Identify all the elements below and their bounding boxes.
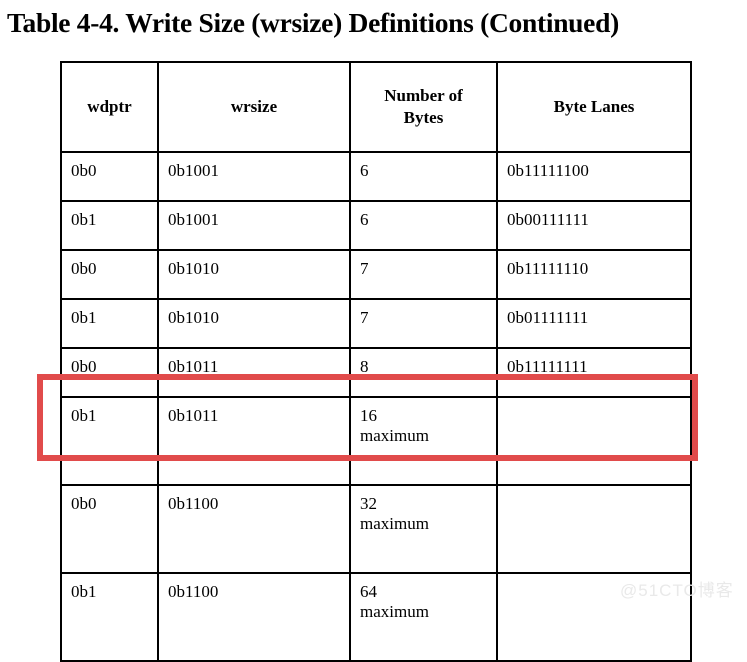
cell-number-of-bytes-line1: 32 — [360, 494, 377, 513]
column-header-number-of-bytes-line1: Number of — [384, 86, 463, 105]
cell-number-of-bytes: 6 — [349, 200, 498, 251]
table-row: 0b1 0b1100 64 maximum — [60, 572, 692, 662]
cell-wdptr: 0b0 — [60, 151, 159, 202]
cell-number-of-bytes-line2: maximum — [360, 602, 429, 621]
cell-byte-lanes-text — [507, 486, 690, 494]
cell-byte-lanes-text — [507, 574, 690, 582]
cell-wrsize: 0b1011 — [157, 347, 351, 398]
cell-byte-lanes-text — [507, 398, 690, 406]
cell-byte-lanes-text: 0b11111100 — [507, 161, 589, 180]
cell-wrsize: 0b1001 — [157, 200, 351, 251]
cell-wdptr: 0b1 — [60, 572, 159, 662]
cell-byte-lanes: 0b01111111 — [496, 298, 692, 349]
wrsize-definitions-table: wdptr wrsize Number of Bytes Byte Lanes 0… — [60, 61, 692, 662]
cell-wdptr: 0b0 — [60, 484, 159, 574]
column-header-byte-lanes: Byte Lanes — [496, 61, 692, 153]
column-header-wrsize: wrsize — [157, 61, 351, 153]
cell-wrsize: 0b1100 — [157, 484, 351, 574]
cell-number-of-bytes: 7 — [349, 249, 498, 300]
table-row: 0b0 0b1011 8 0b11111111 — [60, 347, 692, 398]
cell-number-of-bytes: 16 maximum — [349, 396, 498, 486]
column-header-number-of-bytes: Number of Bytes — [349, 61, 498, 153]
table-body: 0b0 0b1001 6 0b11111100 0b1 0b1001 6 0b00111111… — [60, 151, 692, 662]
cell-number-of-bytes-line1: 6 — [360, 161, 369, 180]
table-row: 0b1 0b1010 7 0b01111111 — [60, 298, 692, 349]
table-row: 0b1 0b1001 6 0b00111111 — [60, 200, 692, 251]
cell-wrsize: 0b1010 — [157, 298, 351, 349]
cell-wrsize: 0b1011 — [157, 396, 351, 486]
cell-number-of-bytes-line1: 6 — [360, 210, 369, 229]
cell-wdptr: 0b0 — [60, 249, 159, 300]
cell-number-of-bytes: 32 maximum — [349, 484, 498, 574]
cell-number-of-bytes: 8 — [349, 347, 498, 398]
cell-number-of-bytes-line2: maximum — [360, 514, 429, 533]
table-header: wdptr wrsize Number of Bytes Byte Lanes — [60, 61, 692, 153]
cell-byte-lanes-text: 0b01111111 — [507, 308, 589, 327]
cell-wrsize: 0b1100 — [157, 572, 351, 662]
cell-wdptr: 0b1 — [60, 396, 159, 486]
cell-wrsize: 0b1001 — [157, 151, 351, 202]
cell-byte-lanes: 0b11111110 — [496, 249, 692, 300]
cell-number-of-bytes-line1: 7 — [360, 308, 369, 327]
cell-wdptr: 0b0 — [60, 347, 159, 398]
cell-byte-lanes — [496, 484, 692, 574]
table-row: 0b0 0b1001 6 0b11111100 — [60, 151, 692, 202]
table-row: 0b0 0b1010 7 0b11111110 — [60, 249, 692, 300]
cell-byte-lanes: 0b00111111 — [496, 200, 692, 251]
cell-number-of-bytes: 6 — [349, 151, 498, 202]
cell-wdptr: 0b1 — [60, 298, 159, 349]
cell-number-of-bytes: 64 maximum — [349, 572, 498, 662]
cell-number-of-bytes-line1: 16 — [360, 406, 377, 425]
cell-byte-lanes: 0b11111111 — [496, 347, 692, 398]
cell-wrsize: 0b1010 — [157, 249, 351, 300]
cell-byte-lanes — [496, 572, 692, 662]
cell-byte-lanes: 0b11111100 — [496, 151, 692, 202]
column-header-number-of-bytes-line2: Bytes — [403, 108, 444, 127]
cell-number-of-bytes-line1: 64 — [360, 582, 377, 601]
column-header-wdptr: wdptr — [60, 61, 159, 153]
cell-number-of-bytes-line2: maximum — [360, 426, 429, 445]
table-row: 0b0 0b1100 32 maximum — [60, 484, 692, 574]
cell-byte-lanes-text: 0b00111111 — [507, 210, 589, 229]
cell-wdptr: 0b1 — [60, 200, 159, 251]
cell-byte-lanes-text: 0b11111111 — [507, 357, 588, 376]
cell-number-of-bytes: 7 — [349, 298, 498, 349]
page-title: Table 4-4. Write Size (wrsize) Definitio… — [7, 7, 619, 38]
cell-byte-lanes-text: 0b11111110 — [507, 259, 589, 278]
table-row: 0b1 0b1011 16 maximum — [60, 396, 692, 486]
cell-number-of-bytes-line1: 7 — [360, 259, 369, 278]
cell-byte-lanes — [496, 396, 692, 486]
table-header-row: wdptr wrsize Number of Bytes Byte Lanes — [60, 61, 692, 153]
cell-number-of-bytes-line1: 8 — [360, 357, 369, 376]
